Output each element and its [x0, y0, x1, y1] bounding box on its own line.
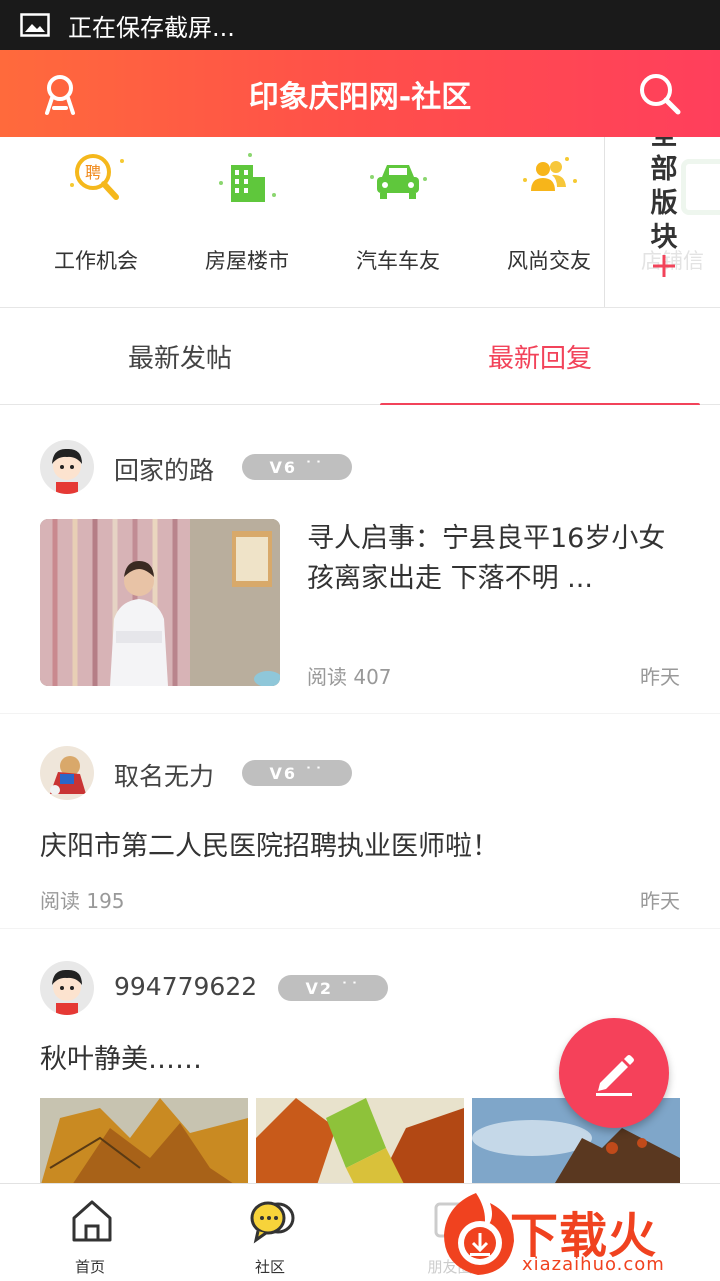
- category-label: 房屋楼市: [205, 249, 289, 273]
- category-item-dating[interactable]: 风尚交友: [474, 137, 624, 307]
- post-time: 昨天: [640, 889, 680, 913]
- level-badge: V6 ˙˙: [242, 454, 352, 480]
- friends-icon: [523, 157, 577, 191]
- avatar[interactable]: [40, 961, 94, 1015]
- username[interactable]: 994779622: [114, 972, 257, 1001]
- pencil-icon: [596, 1055, 634, 1096]
- recruit-icon: 聘: [70, 154, 124, 200]
- nav-label: 社区: [254, 1258, 285, 1276]
- category-item-cars[interactable]: 汽车车友: [323, 137, 473, 307]
- category-label: 工作机会: [54, 249, 138, 273]
- search-icon[interactable]: [638, 72, 682, 116]
- svg-text:聘: 聘: [85, 163, 101, 182]
- category-bar: 聘 工作机会 房屋楼市 汽车车友 风尚交友 店铺信 部版块: [0, 137, 720, 308]
- username[interactable]: 取名无力: [114, 757, 214, 793]
- nav-community[interactable]: 社区: [210, 1184, 330, 1281]
- car-icon: [370, 165, 427, 199]
- page-title: 印象庆阳网-社区: [248, 79, 472, 115]
- post-card[interactable]: 回家的路 V6 ˙˙ 寻人启事：宁县良平16岁小女孩离家出走 下落不明 ... …: [0, 405, 720, 713]
- nav-label: 首页: [74, 1258, 105, 1276]
- post-card[interactable]: 取名无力 V6 ˙˙ 庆阳市第二人民医院招聘执业医师啦！ 阅读 195 昨天: [0, 714, 720, 928]
- username[interactable]: 回家的路: [114, 451, 214, 487]
- post-image[interactable]: [40, 1098, 248, 1183]
- status-bar: 正在保存截屏...: [0, 0, 720, 50]
- image-icon: [20, 13, 50, 37]
- tab-latest-posts[interactable]: 最新发帖: [0, 308, 360, 404]
- nav-home[interactable]: 首页: [30, 1184, 150, 1281]
- level-badge: V6 ˙˙: [242, 760, 352, 786]
- category-label: 风尚交友: [507, 249, 591, 273]
- avatar[interactable]: [40, 746, 94, 800]
- post-thumbnail[interactable]: [40, 519, 280, 686]
- post-title[interactable]: 庆阳市第二人民医院招聘执业医师啦！: [40, 827, 680, 867]
- post-image[interactable]: [256, 1098, 464, 1183]
- home-icon: [72, 1200, 112, 1242]
- building-icon: [219, 153, 276, 202]
- watermark-url: xiazaihuo.com: [522, 1254, 665, 1275]
- tab-latest-replies[interactable]: 最新回复: [360, 308, 720, 404]
- post-title[interactable]: 秋叶静美……: [40, 1040, 560, 1080]
- post-time: 昨天: [640, 665, 680, 689]
- read-count: 阅读 407: [307, 665, 392, 689]
- profile-icon[interactable]: [40, 72, 80, 116]
- post-title[interactable]: 寻人启事：宁县良平16岁小女孩离家出走 下落不明 ...: [307, 519, 683, 599]
- level-badge: V2 ˙˙: [278, 975, 388, 1001]
- status-text: 正在保存截屏...: [68, 13, 235, 42]
- category-label: 汽车车友: [356, 249, 440, 273]
- community-icon: [250, 1201, 295, 1244]
- compose-post-button[interactable]: [559, 1018, 669, 1128]
- all-sections-button[interactable]: 店铺信 全部版块: [604, 137, 720, 307]
- all-sections-label: 全部版块: [650, 137, 678, 253]
- app-header: 印象庆阳网-社区: [0, 50, 720, 137]
- shop-icon: [681, 159, 720, 215]
- tab-bar: 最新发帖 最新回复: [0, 308, 720, 408]
- avatar[interactable]: [40, 440, 94, 494]
- category-item-jobs[interactable]: 聘 工作机会: [21, 137, 171, 307]
- read-count: 阅读 195: [40, 889, 125, 913]
- category-item-housing[interactable]: 房屋楼市: [172, 137, 322, 307]
- plus-icon: [653, 255, 675, 277]
